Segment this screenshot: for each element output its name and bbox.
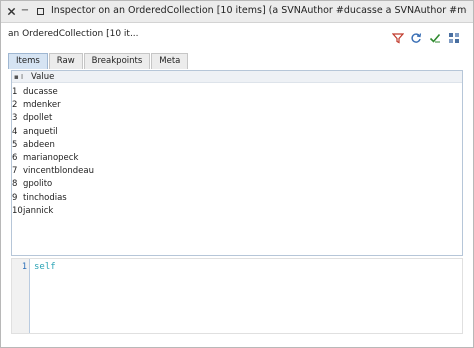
tab-bar: Items Raw Breakpoints Meta [8, 53, 189, 69]
item-index: 10 [12, 205, 23, 216]
item-value: abdeen [23, 139, 55, 150]
maximize-icon[interactable] [34, 5, 46, 17]
tab-breakpoints[interactable]: Breakpoints [83, 53, 151, 69]
close-icon[interactable] [5, 5, 17, 17]
list-item[interactable]: 5 abdeen [12, 139, 462, 152]
browse-grid-icon[interactable] [448, 32, 460, 44]
accept-check-icon[interactable] [429, 32, 441, 44]
tab-raw[interactable]: Raw [48, 53, 83, 69]
inspector-header: an OrderedCollection [10 it... [1, 24, 473, 48]
item-value: vincentblondeau [23, 166, 94, 177]
code-text[interactable]: self [34, 262, 56, 272]
list-item[interactable]: 7 vincentblondeau [12, 165, 462, 178]
code-editor[interactable]: 1 self [11, 258, 463, 334]
object-label: an OrderedCollection [10 it... [8, 29, 139, 39]
tab-meta[interactable]: Meta [151, 53, 189, 69]
list-item[interactable]: 9 tinchodias [12, 192, 462, 205]
list-item[interactable]: 6 marianopeck [12, 152, 462, 165]
list-item[interactable]: 10 jannick [12, 205, 462, 218]
line-number: 1 [21, 262, 27, 272]
item-value: marianopeck [23, 152, 79, 163]
list-item[interactable]: 1 ducasse [12, 86, 462, 99]
item-index: 6 [12, 152, 18, 163]
index-column-header[interactable]: ▪ I [14, 71, 23, 83]
items-list[interactable]: ▪ I Value 1 ducasse 2 mdenker 3 dpollet 4 an… [11, 70, 463, 256]
item-index: 9 [12, 192, 18, 203]
item-index: 7 [12, 166, 18, 177]
title-bar[interactable]: − Inspector on an OrderedCollection [10 … [1, 1, 473, 23]
item-index: 5 [12, 139, 18, 150]
list-item[interactable]: 8 gpolito [12, 178, 462, 191]
item-value: jannick [23, 205, 54, 216]
list-rows: 1 ducasse 2 mdenker 3 dpollet 4 anquetil 5 ab… [12, 86, 462, 218]
refresh-icon[interactable] [410, 32, 422, 44]
inspector-window: − Inspector on an OrderedCollection [10 … [0, 0, 474, 348]
item-index: 1 [12, 87, 18, 97]
filter-icon[interactable] [392, 32, 404, 44]
item-value: ducasse [23, 87, 58, 97]
minimize-icon[interactable]: − [19, 5, 31, 17]
list-item[interactable]: 2 mdenker [12, 99, 462, 112]
item-index: 3 [12, 113, 18, 124]
item-value: mdenker [23, 100, 61, 111]
item-index: 2 [12, 100, 18, 111]
list-item[interactable]: 3 dpollet [12, 112, 462, 125]
item-value: anquetil [23, 126, 58, 137]
window-title: Inspector on an OrderedCollection [10 it… [51, 5, 467, 16]
tab-items[interactable]: Items [8, 53, 48, 69]
list-item[interactable]: 4 anquetil [12, 126, 462, 139]
item-index: 8 [12, 179, 18, 190]
value-column-header[interactable]: Value [31, 71, 54, 83]
item-value: gpolito [23, 179, 53, 190]
list-header: ▪ I Value [12, 71, 462, 83]
item-value: dpollet [23, 113, 53, 124]
line-number-gutter: 1 [12, 259, 30, 333]
item-value: tinchodias [23, 192, 67, 203]
item-index: 4 [12, 126, 18, 137]
